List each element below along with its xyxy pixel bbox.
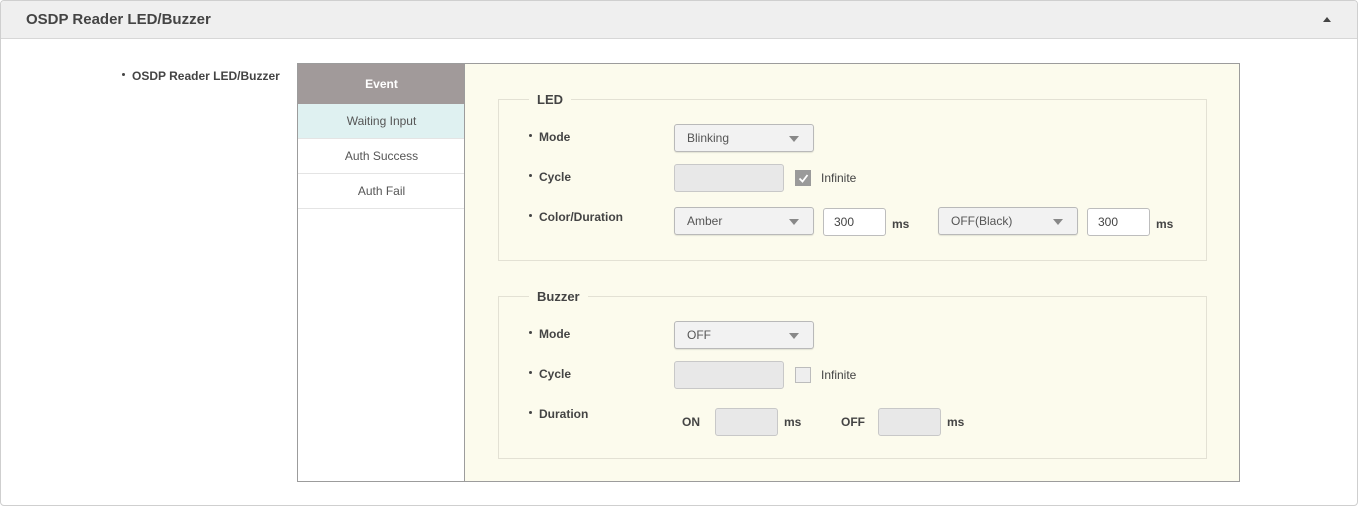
- buzzer-on-label: ON: [682, 415, 700, 429]
- led-infinite-label: Infinite: [821, 171, 857, 185]
- buzzer-mode-value: OFF: [687, 328, 711, 342]
- led-duration2-input[interactable]: 300: [1087, 208, 1150, 236]
- event-item-waiting-input[interactable]: Waiting Input: [298, 104, 465, 139]
- buzzer-mode-select[interactable]: OFF: [674, 321, 814, 349]
- bullet-icon: [529, 411, 532, 415]
- panel-header[interactable]: OSDP Reader LED/Buzzer: [1, 1, 1357, 39]
- led-mode-select[interactable]: Blinking: [674, 124, 814, 152]
- buzzer-duration-label-text: Duration: [539, 407, 589, 421]
- buzzer-off-unit: ms: [947, 415, 965, 429]
- bullet-icon: [529, 174, 532, 178]
- led-fieldset: LED Mode Blinking Cycle Infinite Color/D…: [498, 92, 1207, 261]
- buzzer-cycle-input[interactable]: [674, 361, 784, 389]
- bullet-icon: [122, 73, 125, 77]
- event-item-auth-fail[interactable]: Auth Fail: [298, 174, 465, 209]
- buzzer-mode-label-text: Mode: [539, 327, 571, 341]
- section-label-text: OSDP Reader LED/Buzzer: [132, 69, 280, 83]
- led-color1-value: Amber: [687, 214, 723, 228]
- buzzer-cycle-label: Cycle: [529, 367, 571, 381]
- led-color1-select[interactable]: Amber: [674, 207, 814, 235]
- led-duration2-unit: ms: [1156, 217, 1174, 231]
- chevron-down-icon: [789, 136, 799, 142]
- buzzer-off-input[interactable]: [878, 408, 941, 436]
- checkmark-icon: [798, 174, 809, 183]
- led-color-label-text: Color/Duration: [539, 210, 623, 224]
- event-settings: LED Mode Blinking Cycle Infinite Color/D…: [464, 63, 1240, 482]
- led-legend: LED: [529, 92, 571, 107]
- buzzer-on-unit: ms: [784, 415, 802, 429]
- bullet-icon: [529, 331, 532, 335]
- buzzer-on-input[interactable]: [715, 408, 778, 436]
- event-header: Event: [298, 64, 465, 104]
- led-cycle-input[interactable]: [674, 164, 784, 192]
- buzzer-infinite-checkbox[interactable]: [795, 367, 811, 383]
- chevron-down-icon: [789, 219, 799, 225]
- buzzer-cycle-label-text: Cycle: [539, 367, 572, 381]
- event-item-auth-success[interactable]: Auth Success: [298, 139, 465, 174]
- buzzer-legend: Buzzer: [529, 289, 588, 304]
- bullet-icon: [529, 214, 532, 218]
- chevron-down-icon: [789, 333, 799, 339]
- led-mode-label: Mode: [529, 130, 570, 144]
- osdp-reader-panel: OSDP Reader LED/Buzzer OSDP Reader LED/B…: [0, 0, 1358, 506]
- led-duration1-input[interactable]: 300: [823, 208, 886, 236]
- led-infinite-checkbox[interactable]: [795, 170, 811, 186]
- collapse-arrow-icon[interactable]: [1320, 13, 1334, 27]
- led-color2-value: OFF(Black): [951, 214, 1013, 228]
- chevron-down-icon: [1053, 219, 1063, 225]
- buzzer-off-label: OFF: [841, 415, 865, 429]
- section-label: OSDP Reader LED/Buzzer: [122, 69, 280, 83]
- led-cycle-label-text: Cycle: [539, 170, 572, 184]
- bullet-icon: [529, 134, 532, 138]
- led-color-label: Color/Duration: [529, 210, 623, 224]
- buzzer-mode-label: Mode: [529, 327, 570, 341]
- panel-title: OSDP Reader LED/Buzzer: [26, 11, 211, 28]
- led-duration1-unit: ms: [892, 217, 910, 231]
- bullet-icon: [529, 371, 532, 375]
- buzzer-duration-label: Duration: [529, 407, 588, 421]
- buzzer-infinite-label: Infinite: [821, 368, 857, 382]
- led-color2-select[interactable]: OFF(Black): [938, 207, 1078, 235]
- buzzer-fieldset: Buzzer Mode OFF Cycle Infinite Duration …: [498, 289, 1207, 459]
- led-cycle-label: Cycle: [529, 170, 571, 184]
- event-list: Event Waiting Input Auth Success Auth Fa…: [297, 63, 465, 482]
- led-mode-value: Blinking: [687, 131, 730, 145]
- led-mode-label-text: Mode: [539, 130, 571, 144]
